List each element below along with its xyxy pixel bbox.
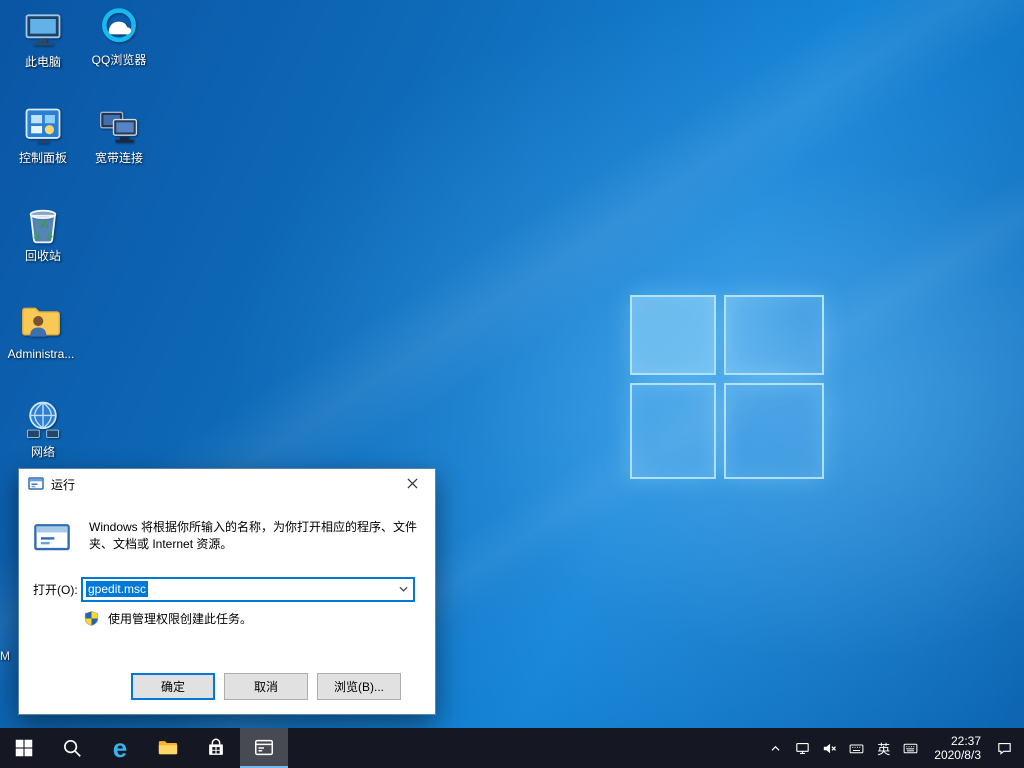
run-dialog-title-icon: [28, 476, 44, 492]
close-icon[interactable]: [390, 469, 435, 498]
start-button[interactable]: [0, 728, 48, 768]
windows-logo-icon: [13, 737, 35, 759]
edge-icon: e: [113, 735, 127, 761]
desktop-icon-label: 回收站: [25, 249, 61, 263]
browse-button[interactable]: 浏览(B)...: [317, 673, 401, 700]
desktop-icon-label: 控制面板: [19, 151, 67, 165]
desktop-icon-qq-browser[interactable]: QQ浏览器: [86, 6, 152, 67]
desktop-icon-control-panel[interactable]: 控制面板: [10, 104, 76, 165]
keyboard-tray-icon[interactable]: [843, 728, 870, 768]
run-window-icon: [253, 737, 275, 759]
file-explorer-button[interactable]: [144, 728, 192, 768]
recycle-bin-icon: [21, 202, 65, 246]
open-label: 打开(O):: [33, 581, 81, 598]
admin-note-row: 使用管理权限创建此任务。: [83, 610, 252, 627]
dialog-buttons: 确定 取消 浏览(B)...: [131, 673, 401, 700]
windows-logo-pane: [724, 383, 824, 479]
desktop-icon-administrator[interactable]: Administra...: [8, 300, 74, 361]
taskbar-clock[interactable]: 22:37 2020/8/3: [924, 728, 991, 768]
desktop-icon-recycle-bin[interactable]: 回收站: [10, 202, 76, 263]
desktop: 此电脑 QQ浏览器 控制面板 宽带连接 回收站 Administra...: [0, 0, 1024, 768]
run-command-input[interactable]: gpedit.msc: [81, 577, 415, 602]
network-tray-icon[interactable]: [789, 728, 816, 768]
windows-logo-pane: [630, 295, 716, 375]
partially-hidden-icon-label: M: [0, 649, 10, 663]
folder-icon: [157, 737, 179, 759]
touch-keyboard-icon[interactable]: [897, 728, 924, 768]
administrator-folder-icon: [19, 300, 63, 344]
action-center-icon[interactable]: [991, 728, 1018, 768]
windows-logo-pane: [630, 383, 716, 479]
run-dialog-description: Windows 将根据你所输入的名称，为你打开相应的程序、文件夹、文档或 Int…: [89, 517, 419, 557]
search-button[interactable]: [48, 728, 96, 768]
run-dialog-title: 运行: [51, 476, 75, 493]
cancel-button[interactable]: 取消: [224, 673, 308, 700]
chevron-down-icon[interactable]: [394, 579, 413, 600]
store-bag-icon: [205, 737, 227, 759]
store-button[interactable]: [192, 728, 240, 768]
system-tray: 英 22:37 2020/8/3: [762, 728, 1024, 768]
taskbar: e 英: [0, 728, 1024, 768]
volume-muted-icon[interactable]: [816, 728, 843, 768]
desktop-icon-this-pc[interactable]: 此电脑: [10, 8, 76, 69]
network-icon: [21, 398, 65, 442]
search-icon: [61, 737, 83, 759]
desktop-icon-label: 网络: [31, 445, 55, 459]
edge-browser-button[interactable]: e: [96, 728, 144, 768]
this-pc-icon: [21, 8, 65, 52]
uac-shield-icon: [83, 610, 100, 627]
desktop-icon-label: 宽带连接: [95, 151, 143, 165]
run-program-icon: [33, 519, 71, 557]
admin-note-text: 使用管理权限创建此任务。: [108, 610, 252, 627]
run-command-value: gpedit.msc: [86, 581, 148, 597]
windows-logo-pane: [724, 295, 824, 375]
desktop-icon-broadband[interactable]: 宽带连接: [86, 104, 152, 165]
clock-date: 2020/8/3: [934, 748, 981, 762]
windows-logo-wallpaper: [630, 295, 824, 479]
run-taskbar-button[interactable]: [240, 728, 288, 768]
clock-time: 22:37: [951, 734, 981, 748]
run-dialog-description-row: Windows 将根据你所输入的名称，为你打开相应的程序、文件夹、文档或 Int…: [33, 517, 419, 557]
desktop-icon-label: Administra...: [8, 347, 75, 361]
run-dialog: 运行 Windows 将根据你所输入的名称，为你打开相应的程序、文件夹、文档或 …: [18, 468, 436, 715]
ok-button[interactable]: 确定: [131, 673, 215, 700]
broadband-connection-icon: [97, 104, 141, 148]
control-panel-icon: [21, 104, 65, 148]
qq-browser-icon: [97, 6, 141, 50]
desktop-icon-network[interactable]: 网络: [10, 398, 76, 459]
open-row: 打开(O): gpedit.msc: [33, 576, 415, 602]
ime-language-indicator[interactable]: 英: [870, 728, 897, 768]
tray-chevron-up-icon[interactable]: [762, 728, 789, 768]
taskbar-left: e: [0, 728, 288, 768]
desktop-icon-label: 此电脑: [25, 55, 61, 69]
desktop-icon-label: QQ浏览器: [92, 53, 147, 67]
run-dialog-titlebar[interactable]: 运行: [19, 469, 435, 499]
